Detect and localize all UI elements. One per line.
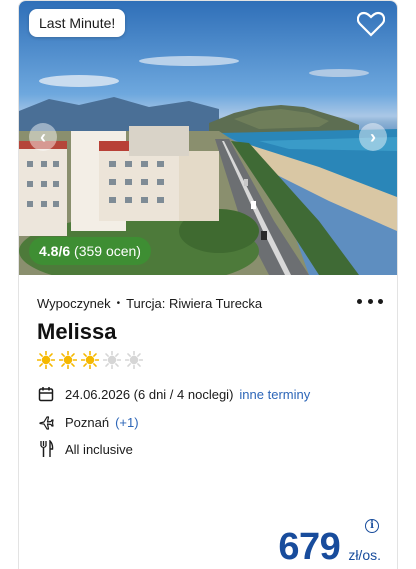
departure-row: Poznań (+1) <box>37 413 139 431</box>
hotel-stars <box>36 350 144 370</box>
info-icon[interactable]: i <box>365 519 379 533</box>
hotel-name[interactable]: Melissa <box>37 319 117 345</box>
chevron-left-icon[interactable]: ‹ <box>29 123 57 151</box>
board-type: All inclusive <box>65 441 133 457</box>
date-row: 24.06.2026 (6 dni / 4 noclegi) inne term… <box>37 385 310 403</box>
star-empty-icon <box>124 350 144 370</box>
price-value: 679 <box>278 526 341 568</box>
heart-icon[interactable] <box>356 11 386 37</box>
rating-reviews: (359 ocen) <box>74 243 141 259</box>
other-dates-link[interactable]: inne terminy <box>239 387 310 402</box>
plane-icon <box>37 413 55 431</box>
hotel-photo[interactable]: Last Minute! ‹ › 4.8/6 (359 ocen) <box>19 1 397 275</box>
price-currency: zł/os. <box>348 547 381 563</box>
hotel-photo-scene <box>19 56 397 275</box>
star-filled-icon <box>58 350 78 370</box>
operator-label: Wypoczynek <box>37 295 111 311</box>
star-filled-icon <box>80 350 100 370</box>
offer-card[interactable]: Last Minute! ‹ › 4.8/6 (359 ocen) Wypocz… <box>18 0 398 569</box>
last-minute-badge: Last Minute! <box>29 9 126 37</box>
price-block[interactable]: 679 zł/os. i <box>278 519 381 568</box>
board-row: All inclusive <box>37 440 133 458</box>
destination-label: Turcja: Riwiera Turecka <box>126 295 263 311</box>
rating-badge: 4.8/6 (359 ocen) <box>29 237 151 265</box>
location-row: Wypoczynek • Turcja: Riwiera Turecka <box>37 293 383 313</box>
star-empty-icon <box>102 350 122 370</box>
more-options-icon[interactable] <box>357 291 383 311</box>
cutlery-icon <box>37 440 55 458</box>
departure-more-link[interactable]: (+1) <box>115 415 138 430</box>
chevron-right-icon[interactable]: › <box>359 123 387 151</box>
calendar-icon <box>37 385 55 403</box>
star-filled-icon <box>36 350 56 370</box>
rating-score: 4.8/6 <box>39 243 71 259</box>
separator-dot: • <box>116 297 121 309</box>
departure-city: Poznań <box>65 414 110 430</box>
trip-date: 24.06.2026 (6 dni / 4 noclegi) <box>65 386 234 402</box>
